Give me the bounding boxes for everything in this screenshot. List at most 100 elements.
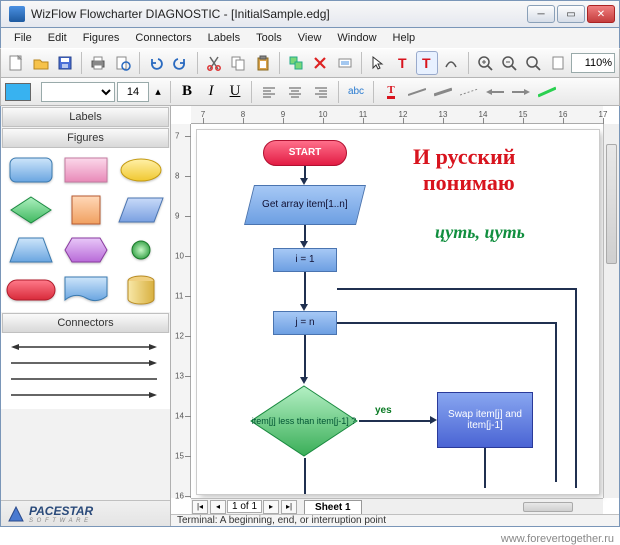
delete-button[interactable] xyxy=(309,51,331,75)
menu-labels[interactable]: Labels xyxy=(201,30,247,46)
text-russian-3[interactable]: цуть, цуть xyxy=(435,222,525,243)
redo-button[interactable] xyxy=(169,51,191,75)
node-getarray[interactable]: Get array item[1..n] xyxy=(244,185,366,225)
menu-edit[interactable]: Edit xyxy=(41,30,74,46)
font-size-input[interactable] xyxy=(117,82,149,102)
text-color-button[interactable]: T xyxy=(379,80,403,104)
node-jn[interactable]: j = n xyxy=(273,311,337,335)
zoom-fit-button[interactable] xyxy=(522,51,544,75)
sheet-tab-1[interactable]: Sheet 1 xyxy=(304,500,362,514)
shape-hexagon[interactable] xyxy=(60,232,111,268)
node-start[interactable]: START xyxy=(263,140,347,166)
status-bar: Terminal: A beginning, end, or interrupt… xyxy=(171,514,619,526)
connectors-panel-header[interactable]: Connectors xyxy=(2,313,169,333)
scrollbar-horizontal[interactable]: |◂ ◂ 1 of 1 ▸ ▸| Sheet 1 xyxy=(191,498,603,514)
zoom-in-button[interactable] xyxy=(473,51,495,75)
shape-rect[interactable] xyxy=(60,152,111,188)
menu-help[interactable]: Help xyxy=(386,30,423,46)
scrollbar-vertical[interactable] xyxy=(603,124,619,498)
connector-line[interactable] xyxy=(11,371,160,387)
menu-view[interactable]: View xyxy=(291,30,329,46)
zoom-page-button[interactable] xyxy=(547,51,569,75)
shape-document[interactable] xyxy=(60,272,111,308)
figures-panel-header[interactable]: Figures xyxy=(2,128,169,148)
fill-color-swatch[interactable] xyxy=(5,83,31,101)
line-style-1[interactable] xyxy=(405,80,429,104)
properties-button[interactable] xyxy=(334,51,356,75)
nav-first[interactable]: |◂ xyxy=(192,500,208,514)
menu-figures[interactable]: Figures xyxy=(76,30,127,46)
bold-button[interactable]: B xyxy=(176,81,198,103)
pointer-tool[interactable] xyxy=(367,51,389,75)
node-i1[interactable]: i = 1 xyxy=(273,248,337,272)
open-button[interactable] xyxy=(29,51,51,75)
font-size-up[interactable]: ▴ xyxy=(151,80,165,104)
italic-button[interactable]: I xyxy=(200,81,222,103)
connector-arrow2[interactable] xyxy=(11,387,160,403)
zoom-out-button[interactable] xyxy=(498,51,520,75)
nav-next[interactable]: ▸ xyxy=(263,500,279,514)
window-title: WizFlow Flowcharter DIAGNOSTIC - [Initia… xyxy=(31,7,527,21)
menu-window[interactable]: Window xyxy=(330,30,383,46)
shape-trapezoid[interactable] xyxy=(5,232,56,268)
text-tool-cap[interactable]: T xyxy=(391,51,413,75)
connector-arrow[interactable] xyxy=(11,355,160,371)
shape-rounded-rect[interactable] xyxy=(5,152,56,188)
duplicate-button[interactable] xyxy=(285,51,307,75)
figures-palette xyxy=(1,148,170,312)
arrow-end-button[interactable] xyxy=(509,80,533,104)
menu-connectors[interactable]: Connectors xyxy=(128,30,198,46)
zoom-input[interactable] xyxy=(571,53,615,73)
font-family-select[interactable] xyxy=(41,82,115,102)
minimize-button[interactable]: ─ xyxy=(527,5,555,23)
maximize-button[interactable]: ▭ xyxy=(557,5,585,23)
shape-circle-small[interactable] xyxy=(115,232,166,268)
align-left-button[interactable] xyxy=(257,80,281,104)
align-center-button[interactable] xyxy=(283,80,307,104)
cut-button[interactable] xyxy=(203,51,225,75)
brand-name: PACESTAR xyxy=(29,504,93,518)
ruler-horizontal: 7891011121314151617 xyxy=(191,106,603,124)
paste-button[interactable] xyxy=(251,51,273,75)
node-jn-label: j = n xyxy=(295,317,314,329)
format-toolbar: ▴ B I U abc T xyxy=(0,78,620,106)
svg-text:T: T xyxy=(398,55,407,71)
shape-pill[interactable] xyxy=(5,272,56,308)
watermark: www.forevertogether.ru xyxy=(501,533,614,545)
print-preview-button[interactable] xyxy=(112,51,134,75)
labels-panel-header[interactable]: Labels xyxy=(2,107,169,127)
align-right-button[interactable] xyxy=(309,80,333,104)
copy-button[interactable] xyxy=(227,51,249,75)
shape-square[interactable] xyxy=(60,192,111,228)
save-button[interactable] xyxy=(54,51,76,75)
nav-last[interactable]: ▸| xyxy=(281,500,297,514)
text-tool-bold[interactable]: T xyxy=(416,51,438,75)
connector-double-arrow[interactable] xyxy=(11,339,160,355)
node-swap[interactable]: Swap item[j] and item[j-1] xyxy=(437,392,533,448)
print-button[interactable] xyxy=(87,51,109,75)
menu-file[interactable]: File xyxy=(7,30,39,46)
line-color-button[interactable] xyxy=(535,80,559,104)
shape-parallelogram[interactable] xyxy=(115,192,166,228)
shape-cylinder[interactable] xyxy=(115,272,166,308)
close-button[interactable]: ✕ xyxy=(587,5,615,23)
sheet-tabs: |◂ ◂ 1 of 1 ▸ ▸| Sheet 1 xyxy=(191,499,362,514)
new-button[interactable] xyxy=(5,51,27,75)
edge-yes-label: yes xyxy=(375,405,392,416)
nav-prev[interactable]: ◂ xyxy=(210,500,226,514)
menu-tools[interactable]: Tools xyxy=(249,30,289,46)
spellcheck-button[interactable]: abc xyxy=(344,80,368,104)
shape-ellipse[interactable] xyxy=(115,152,166,188)
text-russian-1[interactable]: И русский xyxy=(413,144,515,170)
node-i1-label: i = 1 xyxy=(295,254,314,266)
shape-diamond[interactable] xyxy=(5,192,56,228)
drawing-page[interactable]: START Get array item[1..n] i = 1 j = n i… xyxy=(197,130,599,494)
undo-button[interactable] xyxy=(145,51,167,75)
line-style-3[interactable] xyxy=(457,80,481,104)
underline-button[interactable]: U xyxy=(224,81,246,103)
text-russian-2[interactable]: понимаю xyxy=(423,170,515,196)
line-style-2[interactable] xyxy=(431,80,455,104)
node-decision[interactable]: item[j] less than item[j-1] ? xyxy=(249,384,359,458)
connector-tool[interactable] xyxy=(440,51,462,75)
arrow-start-button[interactable] xyxy=(483,80,507,104)
